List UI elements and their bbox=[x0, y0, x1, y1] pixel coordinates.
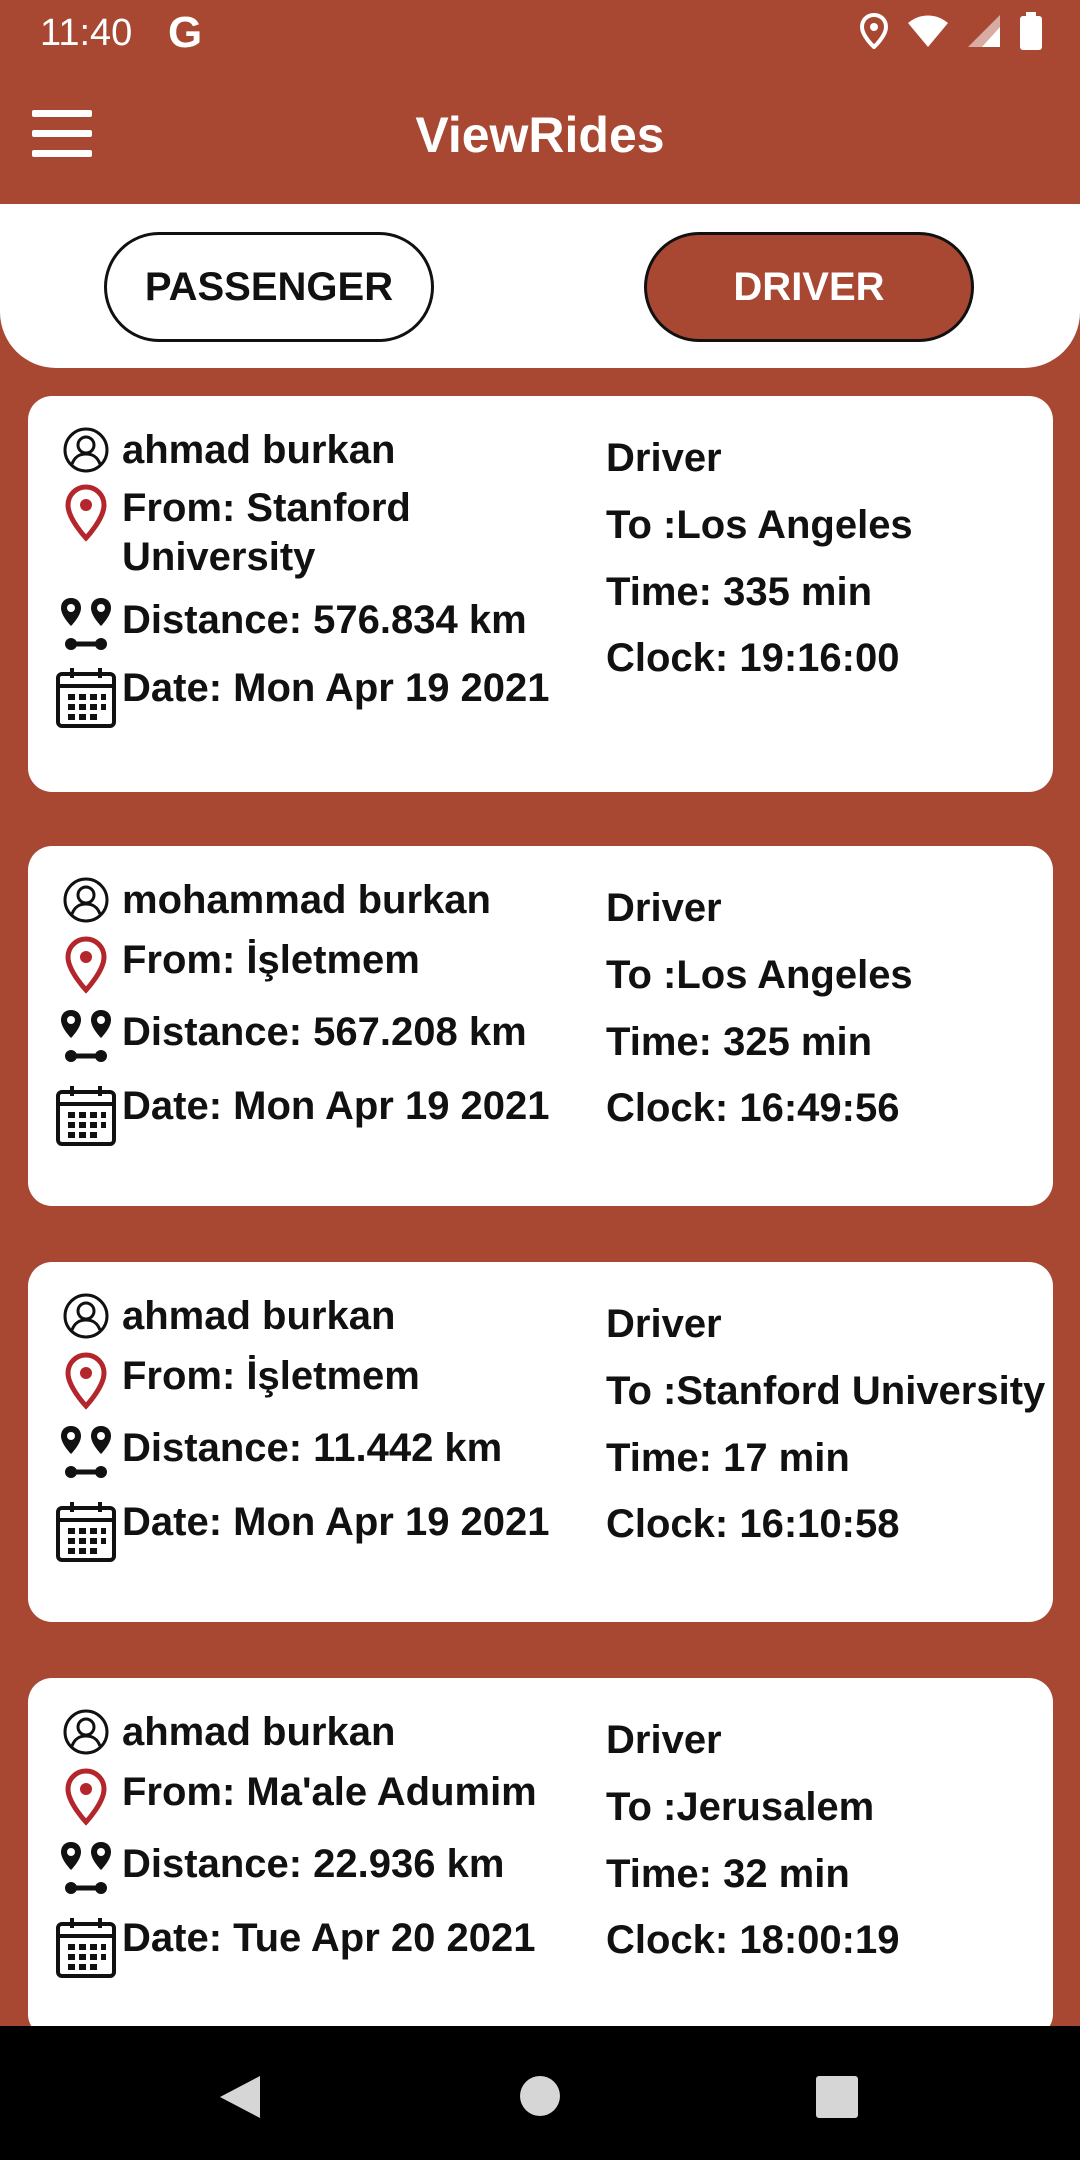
ride-date: Date: Tue Apr 20 2021 bbox=[122, 1916, 536, 1960]
location-icon bbox=[860, 13, 888, 49]
ride-time: Time: 32 min bbox=[606, 1852, 850, 1896]
calendar-icon bbox=[56, 1086, 116, 1146]
route-icon bbox=[61, 1010, 111, 1062]
rider-name: ahmad burkan bbox=[122, 1294, 396, 1338]
recent-apps-icon[interactable] bbox=[816, 2076, 858, 2118]
ride-clock: Clock: 16:10:58 bbox=[606, 1502, 900, 1546]
location-pin-icon bbox=[65, 1768, 107, 1826]
ride-to: To :Los Angeles bbox=[606, 503, 913, 547]
ride-from: From: Stanford University bbox=[122, 486, 411, 579]
app-bar: ViewRides bbox=[0, 66, 1080, 204]
ride-role: Driver bbox=[606, 1302, 722, 1346]
ride-to: To :Jerusalem bbox=[606, 1785, 875, 1829]
rider-name: ahmad burkan bbox=[122, 1710, 396, 1754]
user-icon bbox=[63, 427, 109, 473]
ride-card[interactable]: ahmad burkan From: İşletmem Distance: 11… bbox=[28, 1262, 1053, 1622]
location-pin-icon bbox=[65, 1352, 107, 1410]
ride-time: Time: 17 min bbox=[606, 1436, 850, 1480]
ride-distance: Distance: 11.442 km bbox=[122, 1426, 503, 1470]
ride-from: From: Ma'ale Adumim bbox=[122, 1770, 537, 1814]
user-icon bbox=[63, 877, 109, 923]
ride-clock: Clock: 16:49:56 bbox=[606, 1086, 900, 1130]
status-time: 11:40 bbox=[40, 12, 133, 54]
ride-clock: Clock: 19:16:00 bbox=[606, 636, 900, 680]
role-toggle-panel: PASSENGER DRIVER bbox=[0, 204, 1080, 368]
ride-distance: Distance: 22.936 km bbox=[122, 1842, 505, 1886]
system-nav-bar bbox=[0, 2026, 1080, 2160]
calendar-icon bbox=[56, 1502, 116, 1562]
ride-card[interactable]: ahmad burkan From: Ma'ale Adumim Distanc… bbox=[28, 1678, 1053, 2038]
wifi-icon bbox=[908, 15, 948, 47]
ride-role: Driver bbox=[606, 436, 722, 480]
ride-clock: Clock: 18:00:19 bbox=[606, 1918, 900, 1962]
ride-role: Driver bbox=[606, 1718, 722, 1762]
driver-button[interactable]: DRIVER bbox=[644, 232, 974, 342]
ride-date: Date: Mon Apr 19 2021 bbox=[122, 1084, 550, 1128]
ride-to: To :Stanford University bbox=[606, 1369, 1046, 1413]
battery-icon bbox=[1020, 12, 1042, 50]
ride-time: Time: 325 min bbox=[606, 1020, 873, 1064]
ride-date: Date: Mon Apr 19 2021 bbox=[122, 666, 550, 710]
calendar-icon bbox=[56, 1918, 116, 1978]
ride-date: Date: Mon Apr 19 2021 bbox=[122, 1500, 550, 1544]
user-icon bbox=[63, 1293, 109, 1339]
ride-from: From: İşletmem bbox=[122, 938, 420, 982]
passenger-button[interactable]: PASSENGER bbox=[104, 232, 434, 342]
ride-distance: Distance: 567.208 km bbox=[122, 1010, 527, 1054]
back-icon[interactable] bbox=[218, 2074, 262, 2120]
ride-distance: Distance: 576.834 km bbox=[122, 598, 527, 642]
location-pin-icon bbox=[65, 484, 107, 542]
status-bar: 11:40 G bbox=[0, 0, 1080, 66]
status-icons bbox=[860, 12, 1042, 50]
ride-card[interactable]: mohammad burkan From: İşletmem Distance:… bbox=[28, 846, 1053, 1206]
ride-role: Driver bbox=[606, 886, 722, 930]
home-icon[interactable] bbox=[520, 2076, 560, 2116]
google-icon: G bbox=[168, 8, 203, 57]
page-title: ViewRides bbox=[415, 107, 665, 163]
ride-card[interactable]: ahmad burkan From: Stanford University D… bbox=[28, 396, 1053, 792]
ride-time: Time: 335 min bbox=[606, 570, 873, 614]
rider-name: ahmad burkan bbox=[122, 428, 396, 472]
user-icon bbox=[63, 1709, 109, 1755]
signal-icon bbox=[968, 15, 1000, 47]
route-icon bbox=[61, 598, 111, 650]
rider-name: mohammad burkan bbox=[122, 878, 491, 922]
ride-from: From: İşletmem bbox=[122, 1354, 420, 1398]
ride-to: To :Los Angeles bbox=[606, 953, 913, 997]
route-icon bbox=[61, 1426, 111, 1478]
location-pin-icon bbox=[65, 936, 107, 994]
calendar-icon bbox=[56, 668, 116, 728]
route-icon bbox=[61, 1842, 111, 1894]
